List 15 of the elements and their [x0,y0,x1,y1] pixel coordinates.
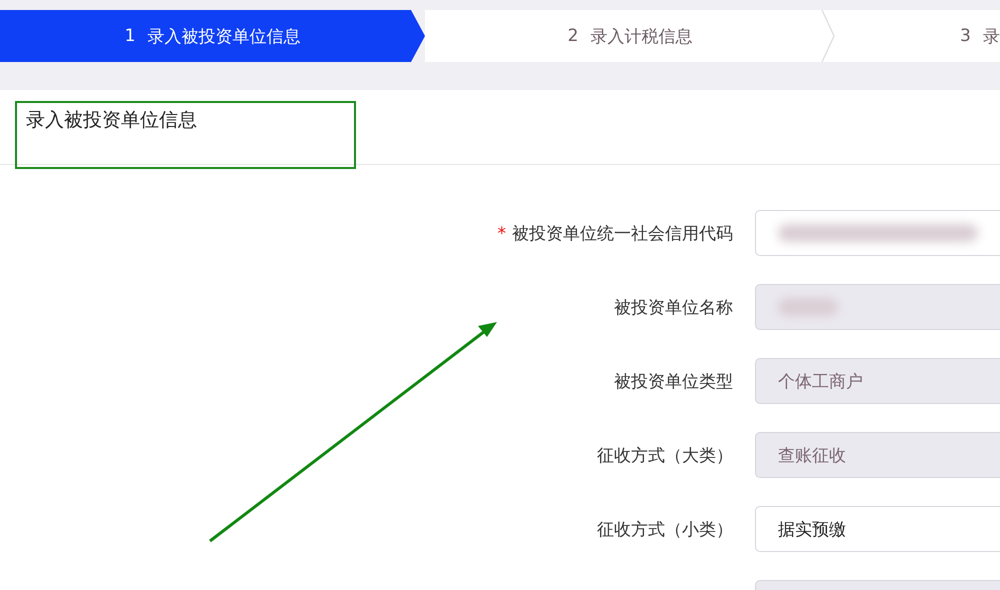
field-label: 被投资单位名称 [613,296,733,318]
step-tab[interactable]: 1 录入被投资单位信息 [0,10,425,62]
field-label: 征收方式（小类） [596,518,733,540]
input-field[interactable] [755,284,1000,330]
field-label: 征收方式（大类） [596,444,733,466]
step-tab[interactable]: 3 录 [835,10,1000,62]
field-label: * 被投资单位统一社会信用代码 [496,222,733,244]
input-field[interactable]: 据实预缴 [755,506,1000,552]
input-field[interactable] [755,210,1000,256]
field-label: 被投资单位类型 [613,370,733,392]
chevron-divider [821,10,835,62]
step-tab[interactable]: 2 录入计税信息 [425,10,835,62]
input-field[interactable]: 查账征收 [755,432,1000,478]
input-field[interactable]: 个体工商户 [755,358,1000,404]
section-title: 录入被投资单位信息 [26,108,197,133]
